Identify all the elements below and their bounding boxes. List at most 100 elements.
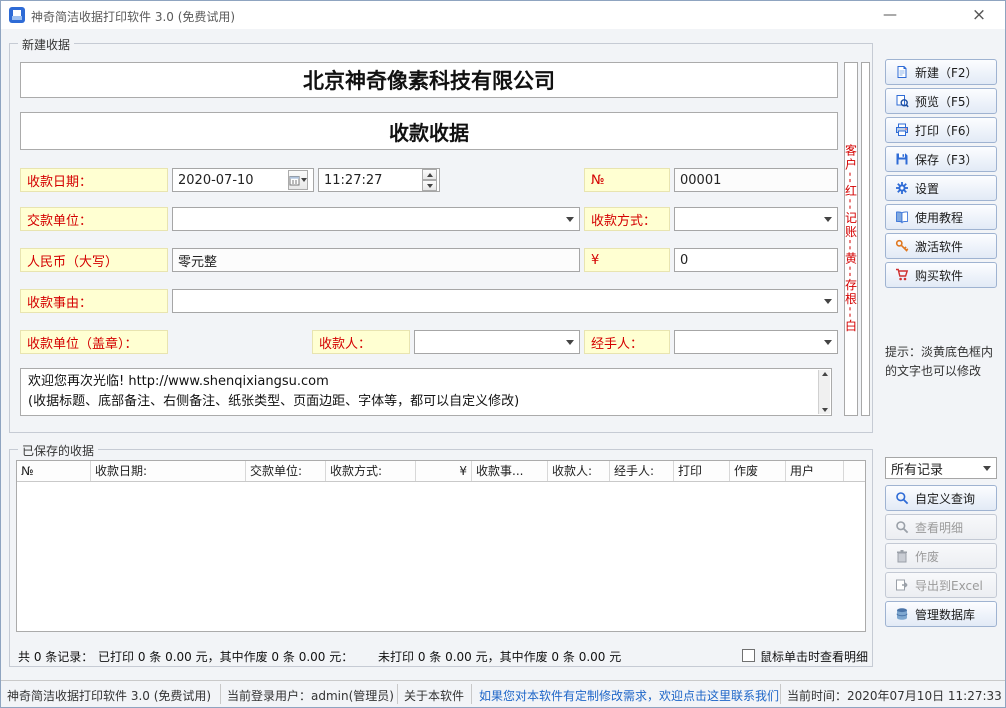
status-current-user: 当前登录用户：admin(管理员) [227,689,394,703]
col-date[interactable]: 收款日期: [91,461,246,481]
save-button[interactable]: 保存（F3） [885,146,997,172]
number-label[interactable]: № [584,168,670,192]
method-label[interactable]: 收款方式： [584,207,670,231]
dropdown-arrow-icon [566,216,574,222]
record-filter-value: 所有记录 [891,462,944,478]
col-voided[interactable]: 作废 [730,461,786,481]
buy-button[interactable]: 购买软件 [885,262,997,288]
detail-on-click-label[interactable]: 鼠标单击时查看明细 [760,648,868,665]
void-button[interactable]: 作废 [885,543,997,569]
hint-text: 提示：淡黄底色框内的文字也可以修改 [885,345,994,378]
preview-button[interactable]: 预览（F5） [885,88,997,114]
tutorial-button[interactable]: 使用教程 [885,204,997,230]
status-divider [471,684,472,704]
amount-field[interactable]: 0 [674,248,838,272]
payer-label[interactable]: 交款单位： [20,207,168,231]
view-detail-button[interactable]: 查看明细 [885,514,997,540]
arrow-up-icon [426,172,433,177]
new-receipt-group-label: 新建收据 [18,36,75,53]
magnifier-icon [896,521,909,534]
col-user[interactable]: 用户 [786,461,844,481]
saved-receipts-group-label: 已保存的收据 [18,442,99,459]
status-contact-link[interactable]: 如果您对本软件有定制修改需求，欢迎点击这里联系我们 [479,687,779,704]
payee-label[interactable]: 收款人： [312,330,410,354]
rmb-words-field[interactable]: 零元整 [172,248,580,272]
minimize-icon: — [883,7,897,23]
payee-combobox[interactable] [414,330,580,354]
time-spinner[interactable]: 11:27:27 [318,168,440,192]
rmb-words-value: 零元整 [178,254,218,270]
dropdown-arrow-icon [824,339,832,345]
copy-strip-labeled: 客户--红--记账--黄--存根--白 [844,62,858,416]
minimize-button[interactable]: — [867,1,913,29]
app-window: 神奇简洁收据打印软件 3.0 (免费试用) — × 新建收据 北京神奇像素科技有… [0,0,1006,708]
col-payer[interactable]: 交款单位: [246,461,326,481]
status-current-time: 当前时间：2020年07月10日 11:27:33 [787,689,1002,703]
status-divider [220,684,221,704]
window-title: 神奇简洁收据打印软件 3.0 (免费试用) [31,10,236,24]
date-value: 2020-07-10 [178,172,254,188]
spin-up-button[interactable] [422,169,437,180]
title-bar: 神奇简洁收据打印软件 3.0 (免费试用) — × [1,1,1005,29]
footer-note-field[interactable]: 欢迎您再次光临! http://www.shenqixiangsu.com (收… [20,368,832,416]
rmb-label[interactable]: 人民币（大写） [20,248,168,272]
col-payee[interactable]: 收款人: [548,461,610,481]
dropdown-arrow-icon [824,216,832,222]
export-excel-button[interactable]: 导出到Excel [885,572,997,598]
print-button[interactable]: 打印（F6） [885,117,997,143]
chevron-down-icon [301,178,307,182]
tutorial-icon [896,211,908,224]
calendar-icon [289,175,300,185]
col-handler[interactable]: 经手人: [610,461,674,481]
time-value: 11:27:27 [324,172,383,188]
payer-combobox[interactable] [172,207,580,231]
col-filler [844,461,865,481]
handler-label[interactable]: 经手人： [584,330,670,354]
activate-icon [895,239,909,252]
receipt-title: 收款收据 [389,120,469,145]
col-method[interactable]: 收款方式: [326,461,416,481]
close-button[interactable]: × [956,1,1002,29]
method-combobox[interactable] [674,207,838,231]
number-field[interactable]: 00001 [674,168,838,192]
spin-down-button[interactable] [422,180,437,191]
record-filter-combobox[interactable]: 所有记录 [885,457,997,479]
number-value: 00001 [680,172,722,188]
reason-combobox[interactable] [172,289,838,313]
scroll-up-icon [821,372,828,376]
records-table[interactable]: № 收款日期: 交款单位: 收款方式: ¥ 收款事... 收款人: 经手人: 打… [16,460,866,632]
settings-button[interactable]: 设置 [885,175,997,201]
col-printed[interactable]: 打印 [674,461,730,481]
col-amount[interactable]: ¥ [416,461,472,481]
company-name-box[interactable]: 北京神奇像素科技有限公司 [20,62,838,98]
date-label[interactable]: 收款日期： [20,168,168,192]
manage-database-button[interactable]: 管理数据库 [885,601,997,627]
records-table-body[interactable] [17,482,865,631]
status-bar: 神奇简洁收据打印软件 3.0 (免费试用) 当前登录用户：admin(管理员) … [1,680,1005,707]
col-reason[interactable]: 收款事... [472,461,548,481]
activate-button[interactable]: 激活软件 [885,233,997,259]
company-name: 北京神奇像素科技有限公司 [303,69,555,93]
new-button[interactable]: 新建（F2） [885,59,997,85]
footer-note-line1: 欢迎您再次光临! http://www.shenqixiangsu.com [28,374,329,389]
stamp-label[interactable]: 收款单位（盖章）： [20,330,168,354]
col-number[interactable]: № [17,461,91,481]
status-about-link[interactable]: 关于本软件 [404,687,464,704]
note-scrollbar[interactable] [818,370,830,414]
custom-query-button[interactable]: 自定义查询 [885,485,997,511]
status-app-name: 神奇简洁收据打印软件 3.0 (免费试用) [7,689,212,703]
saved-receipts-group: 已保存的收据 № 收款日期: 交款单位: 收款方式: ¥ 收款事... 收款人:… [9,442,873,667]
reason-label[interactable]: 收款事由： [20,289,168,313]
preview-icon [896,95,909,108]
status-divider [397,684,398,704]
handler-combobox[interactable] [674,330,838,354]
yen-label[interactable]: ¥ [584,248,670,272]
records-table-header: № 收款日期: 交款单位: 收款方式: ¥ 收款事... 收款人: 经手人: 打… [17,461,865,482]
calendar-dropdown-button[interactable] [288,170,308,190]
detail-on-click-checkbox[interactable] [742,649,755,662]
database-icon [896,608,908,620]
summary-total: 共 0 条记录： [18,650,94,664]
receipt-title-box[interactable]: 收款收据 [20,112,838,150]
date-picker[interactable]: 2020-07-10 [172,168,314,192]
summary-printed: 已打印 0 条 0.00 元，其中作废 0 条 0.00 元： [98,650,354,664]
